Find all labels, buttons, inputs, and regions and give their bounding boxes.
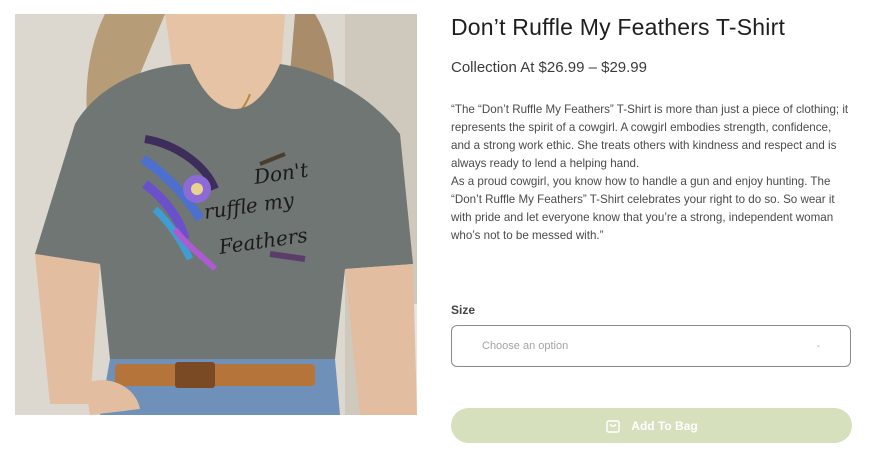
shopping-bag-icon — [605, 418, 621, 434]
product-description: “The “Don’t Ruffle My Feathers” T-Shirt … — [451, 101, 853, 245]
product-title: Don’t Ruffle My Feathers T-Shirt — [451, 14, 786, 40]
product-price: Collection At $26.99 – $29.99 — [451, 59, 647, 76]
add-to-bag-button[interactable]: Add To Bag — [451, 408, 852, 443]
size-select-placeholder: Choose an option — [482, 340, 569, 352]
size-label: Size — [451, 303, 476, 317]
product-image: Don't ruffle my Feathers — [15, 14, 417, 415]
size-select[interactable]: Choose an option - — [451, 325, 851, 367]
add-to-bag-label: Add To Bag — [631, 418, 698, 433]
description-paragraph: “The “Don’t Ruffle My Feathers” T-Shirt … — [451, 103, 849, 170]
chevron-down-icon: - — [816, 340, 820, 352]
description-paragraph: As a proud cowgirl, you know how to hand… — [451, 175, 835, 242]
